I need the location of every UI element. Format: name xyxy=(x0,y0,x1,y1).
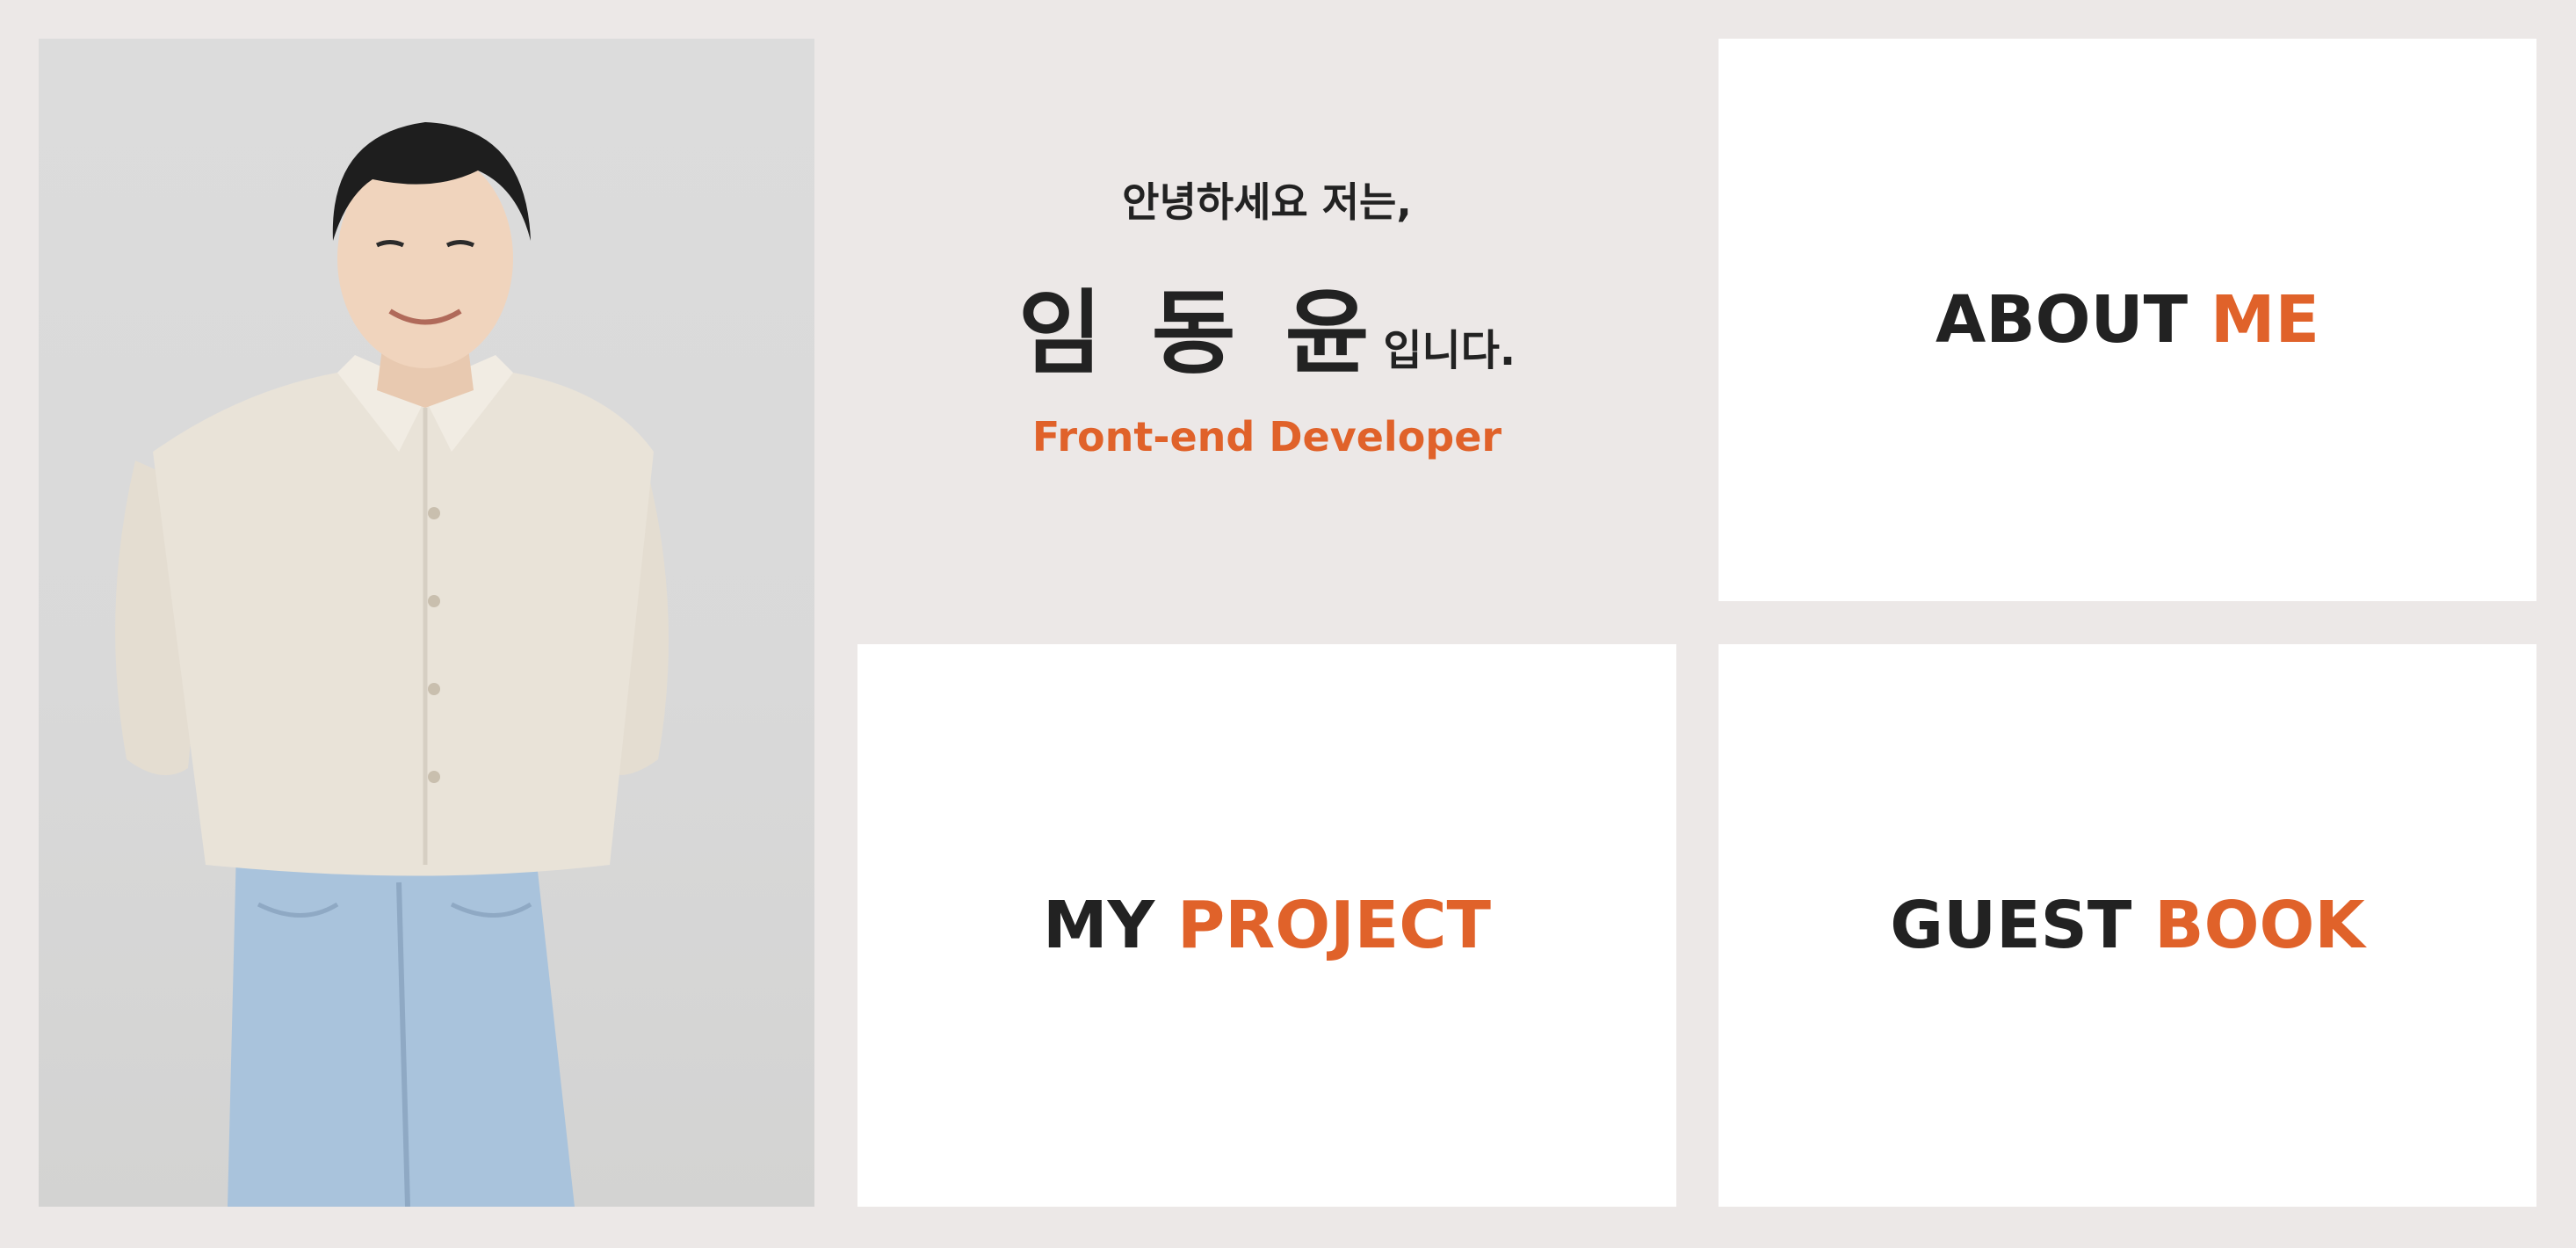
my-project-title: MY PROJECT xyxy=(1043,888,1491,963)
my-project-accent: PROJECT xyxy=(1177,888,1491,963)
guest-book-card[interactable]: GUEST BOOK xyxy=(1719,644,2536,1207)
about-me-accent: ME xyxy=(2210,282,2320,358)
guest-book-accent: BOOK xyxy=(2154,888,2365,963)
profile-photo-illustration xyxy=(115,122,669,1207)
role-text: Front-end Developer xyxy=(1031,413,1502,461)
guest-book-title: GUEST BOOK xyxy=(1890,888,2364,963)
about-me-title: ABOUT ME xyxy=(1936,282,2319,358)
profile-photo xyxy=(39,39,814,1207)
my-project-card[interactable]: MY PROJECT xyxy=(857,644,1676,1207)
name-line: 임 동 윤 입니다. xyxy=(857,258,1676,391)
greeting-text: 안녕하세요 저는, xyxy=(1122,178,1412,226)
name-text: 임 동 윤 xyxy=(1017,279,1378,387)
intro-section: 안녕하세요 저는, 임 동 윤 입니다. Front-end Developer xyxy=(857,39,1676,601)
about-me-card[interactable]: ABOUT ME xyxy=(1719,39,2536,601)
name-suffix-text: 입니다. xyxy=(1383,326,1516,375)
my-project-word: MY xyxy=(1043,888,1155,963)
home-page: 안녕하세요 저는, 임 동 윤 입니다. Front-end Developer … xyxy=(0,0,2576,1248)
guest-book-word: GUEST xyxy=(1890,888,2132,963)
about-me-word: ABOUT xyxy=(1935,282,2189,358)
